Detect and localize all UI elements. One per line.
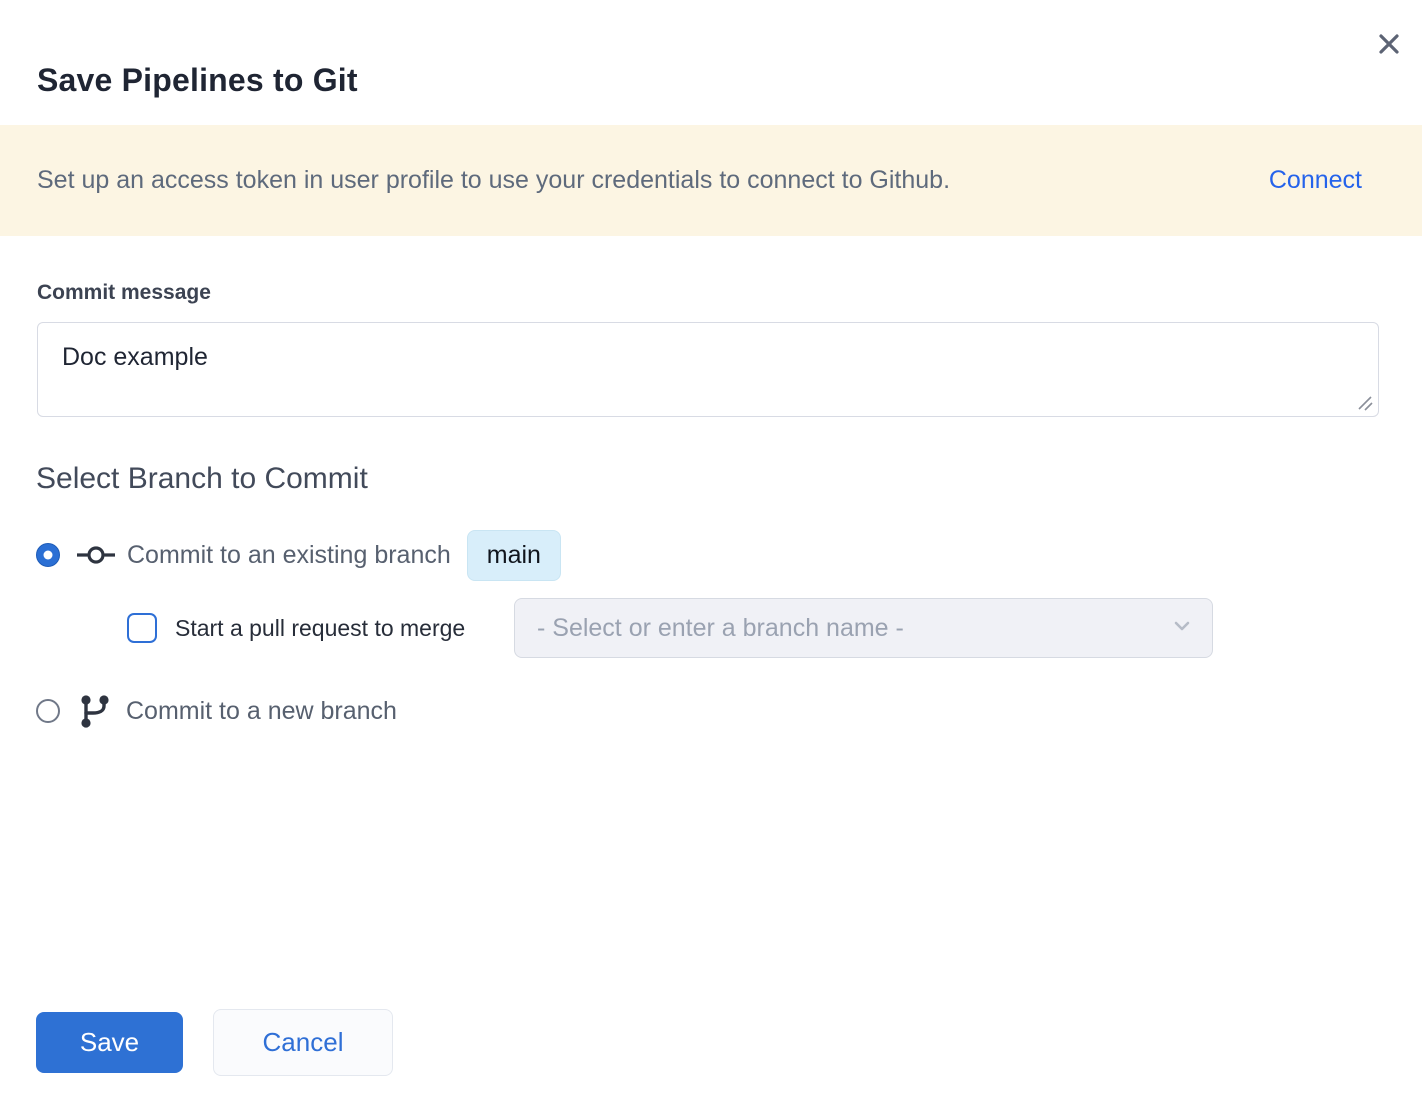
pull-request-checkbox[interactable] <box>127 613 157 643</box>
new-branch-row: Commit to a new branch <box>36 686 397 736</box>
new-branch-label: Commit to a new branch <box>126 697 397 726</box>
commit-message-label: Commit message <box>37 281 211 305</box>
pull-request-row: Start a pull request to merge <box>127 598 465 658</box>
commit-message-input[interactable]: Doc example <box>37 322 1379 417</box>
cancel-button[interactable]: Cancel <box>213 1009 393 1076</box>
save-button[interactable]: Save <box>36 1012 183 1073</box>
new-branch-radio[interactable] <box>36 699 60 723</box>
close-button[interactable] <box>1372 28 1406 62</box>
page-title: Save Pipelines to Git <box>37 62 358 99</box>
merge-branch-dropdown[interactable]: - Select or enter a branch name - <box>514 598 1213 658</box>
existing-branch-row: Commit to an existing branch main <box>36 530 561 580</box>
select-branch-heading: Select Branch to Commit <box>36 462 368 496</box>
close-icon <box>1374 29 1404 62</box>
existing-branch-label: Commit to an existing branch <box>127 541 451 570</box>
git-commit-icon <box>77 543 115 567</box>
current-branch-badge[interactable]: main <box>467 530 561 581</box>
git-branch-icon <box>80 693 110 729</box>
pull-request-label: Start a pull request to merge <box>175 615 465 642</box>
access-token-banner: Set up an access token in user profile t… <box>0 125 1422 236</box>
banner-message: Set up an access token in user profile t… <box>37 166 950 195</box>
chevron-down-icon <box>1170 614 1194 643</box>
connect-link[interactable]: Connect <box>1269 166 1362 195</box>
existing-branch-radio[interactable] <box>36 543 60 567</box>
merge-branch-placeholder: - Select or enter a branch name - <box>537 614 904 643</box>
